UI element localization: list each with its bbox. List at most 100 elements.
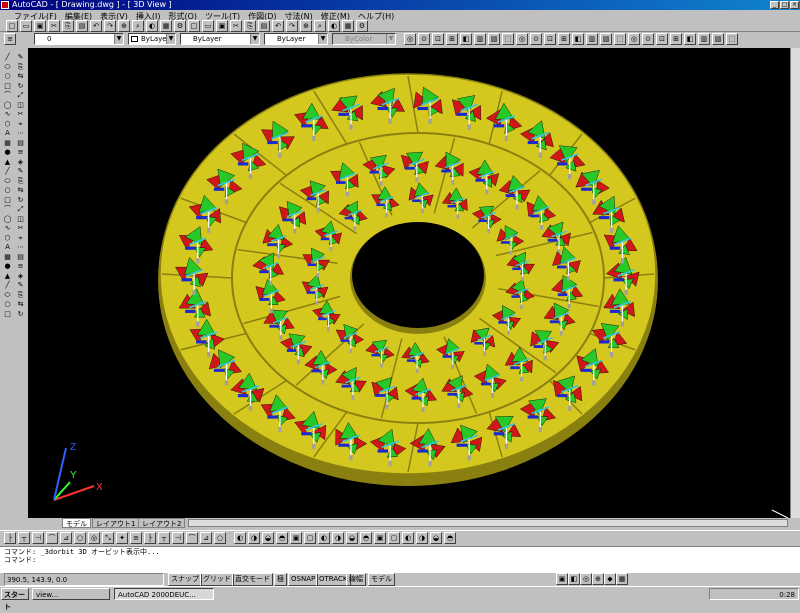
tool-button-icon[interactable]: ⌒	[186, 532, 198, 544]
tool-button-icon[interactable]: ⚙	[174, 20, 186, 32]
linetype-combo[interactable]: ByLayer ▼	[180, 33, 260, 45]
autocad-app-icon[interactable]	[1, 1, 9, 9]
tool-button-icon[interactable]: ⊞	[446, 33, 458, 45]
tool-button-icon[interactable]: ◐	[328, 20, 340, 32]
tool-button-icon[interactable]: ▦	[160, 20, 172, 32]
tool-button-icon[interactable]: ⌕	[132, 20, 144, 32]
tab-layout1[interactable]: レイアウト1	[92, 518, 140, 528]
layer-combo[interactable]: 0 ▼	[34, 33, 124, 45]
color-combo[interactable]: ByLayer ▼	[128, 33, 176, 45]
tab-layout2[interactable]: レイアウト2	[138, 518, 186, 528]
tool-button-icon[interactable]: ▭	[20, 20, 32, 32]
tool-button-icon[interactable]: ✦	[116, 532, 128, 544]
tool-button-icon[interactable]: ▥	[586, 33, 598, 45]
tool-button-icon[interactable]: ◐	[402, 532, 414, 544]
tool-button-icon[interactable]: ✂	[48, 20, 60, 32]
task-autocad[interactable]: AutoCAD 2000DEUC...	[114, 588, 214, 600]
tool-button-icon[interactable]: ▦	[616, 573, 628, 585]
tool-button-icon[interactable]: ◧	[460, 33, 472, 45]
tool-button-icon[interactable]: ▣	[290, 532, 302, 544]
tool-button-icon[interactable]: ▤	[258, 20, 270, 32]
tool-button-icon[interactable]: ◒	[346, 532, 358, 544]
tool-button-icon[interactable]: ⊞	[558, 33, 570, 45]
vertical-scrollbar[interactable]	[790, 48, 800, 518]
osnap-toggle[interactable]: OSNAP	[288, 573, 319, 586]
chevron-down-icon[interactable]: ▼	[114, 34, 123, 44]
tool-button-icon[interactable]: ├	[4, 532, 16, 544]
polar-toggle[interactable]: 極	[274, 573, 287, 586]
tool-button-icon[interactable]: ▧	[600, 33, 612, 45]
tool-button-icon[interactable]: ▢	[304, 532, 316, 544]
tool-button-icon[interactable]: ⤡	[102, 532, 114, 544]
task-view[interactable]: view...	[32, 588, 110, 600]
tool-button-icon[interactable]: ○	[74, 532, 86, 544]
tool-button-icon[interactable]: ⊿	[60, 532, 72, 544]
close-button[interactable]: ×	[790, 1, 799, 9]
tool-button-icon[interactable]: ◑	[248, 532, 260, 544]
tool-button-icon[interactable]: ▣	[34, 20, 46, 32]
tool-button-icon[interactable]: ⊡	[544, 33, 556, 45]
tool-button-icon[interactable]: ↷	[104, 20, 116, 32]
tool-button-icon[interactable]: ▥	[698, 33, 710, 45]
tool-button-icon[interactable]: ⊙	[530, 33, 542, 45]
tool-button-icon[interactable]: ⬚	[614, 33, 626, 45]
tool-button-icon[interactable]: ⊡	[656, 33, 668, 45]
tool-button-icon[interactable]: ≡	[130, 532, 142, 544]
tool-button-icon[interactable]: ⊙	[418, 33, 430, 45]
tool-button-icon[interactable]: ▭	[202, 20, 214, 32]
tool-button-icon[interactable]: ◐	[318, 532, 330, 544]
tool-button-icon[interactable]: ▧	[488, 33, 500, 45]
chevron-down-icon[interactable]: ▼	[318, 34, 327, 44]
tool-button-icon[interactable]: ◐	[234, 532, 246, 544]
tool-button-icon[interactable]: ⊣	[172, 532, 184, 544]
tool-button-icon[interactable]: ◎	[88, 532, 100, 544]
tool-button-icon[interactable]: ◒	[430, 532, 442, 544]
model-toggle[interactable]: モデル	[368, 573, 395, 586]
tab-model[interactable]: モデル	[62, 518, 91, 528]
tool-button-icon[interactable]: ⬚	[726, 33, 738, 45]
chevron-down-icon[interactable]: ▼	[166, 34, 175, 44]
tool-button-icon[interactable]: ◧	[684, 33, 696, 45]
tool-button-icon[interactable]: ◒	[262, 532, 274, 544]
tool-button-icon[interactable]: ⊙	[642, 33, 654, 45]
tool-button-icon[interactable]: ▤	[76, 20, 88, 32]
tool-button-icon[interactable]: ⎘	[62, 20, 74, 32]
tool-button-icon[interactable]: ◧	[572, 33, 584, 45]
snap-toggle[interactable]: スナップ	[168, 573, 202, 586]
tool-button-icon[interactable]: ▣	[556, 573, 568, 585]
tool-button-icon[interactable]: ◧	[568, 573, 580, 585]
tool-button-icon[interactable]: ◑	[416, 532, 428, 544]
ortho-toggle[interactable]: 直交モード	[232, 573, 273, 586]
tool-button-icon[interactable]: ┬	[18, 532, 30, 544]
tool-button-icon[interactable]: ▦	[342, 20, 354, 32]
tool-button-icon[interactable]: ⊕	[592, 573, 604, 585]
tool-button-icon[interactable]: □	[188, 20, 200, 32]
tool-button-icon[interactable]: ↶	[272, 20, 284, 32]
tool-button-icon[interactable]: ├	[144, 532, 156, 544]
tool-button-icon[interactable]: ◎	[516, 33, 528, 45]
tool-button-icon[interactable]: ⊕	[118, 20, 130, 32]
tool-button-icon[interactable]: ↶	[90, 20, 102, 32]
tool-button-icon[interactable]: ⎘	[244, 20, 256, 32]
tool-button-icon[interactable]: ⌕	[314, 20, 326, 32]
chevron-down-icon[interactable]: ▼	[250, 34, 259, 44]
tool-button-icon[interactable]: ↻	[15, 309, 26, 320]
tool-button-icon[interactable]: □	[2, 309, 13, 320]
tool-button-icon[interactable]: ○	[214, 532, 226, 544]
lineweight-toggle[interactable]: 線幅	[346, 573, 366, 586]
tool-button-icon[interactable]: ⚙	[356, 20, 368, 32]
tool-button-icon[interactable]: ◓	[444, 532, 456, 544]
tool-button-icon[interactable]: ⊕	[300, 20, 312, 32]
tool-button-icon[interactable]: ⬚	[502, 33, 514, 45]
tool-button-icon[interactable]: ⊡	[432, 33, 444, 45]
maximize-button[interactable]: □	[780, 1, 789, 9]
tool-button-icon[interactable]: ◓	[276, 532, 288, 544]
tool-button-icon[interactable]: ⊞	[670, 33, 682, 45]
layer-manager-icon[interactable]: ≡	[4, 33, 16, 45]
tool-button-icon[interactable]: ▥	[474, 33, 486, 45]
tool-button-icon[interactable]: ⊿	[200, 532, 212, 544]
command-line[interactable]: コマンド: _3dorbit 3D オービット表示中... コマンド:	[0, 546, 800, 572]
drawing-viewport[interactable]: X Y Z	[28, 48, 790, 518]
tool-button-icon[interactable]: ◐	[146, 20, 158, 32]
tool-button-icon[interactable]: ┬	[158, 532, 170, 544]
